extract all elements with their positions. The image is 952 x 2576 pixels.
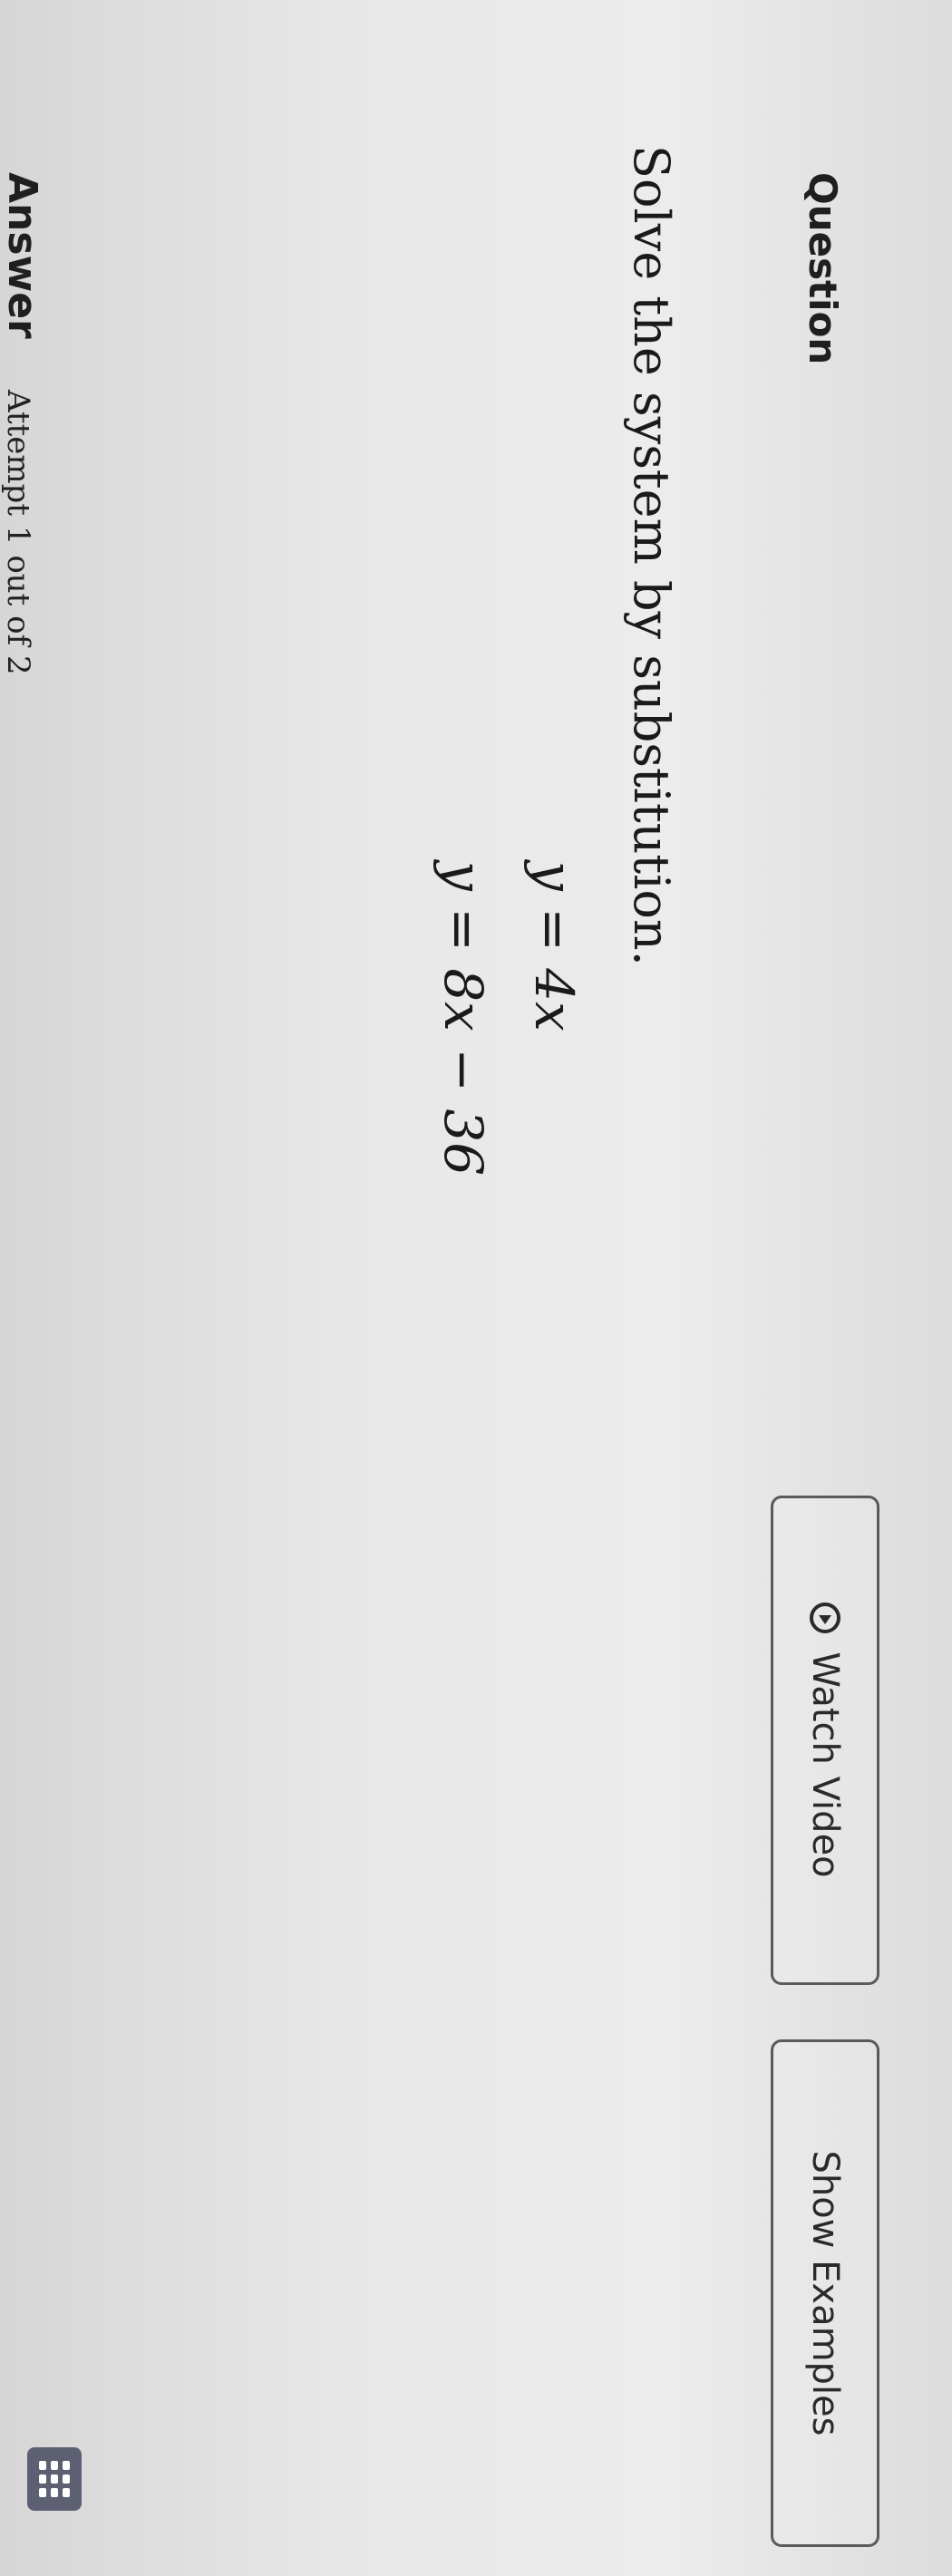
show-examples-label: Show Examples (804, 2150, 846, 2436)
equation-1: y = 4x (523, 861, 585, 1031)
equation-2: y = 8x − 36 (432, 861, 494, 1177)
question-prompt: Solve the system by substitution. (623, 145, 680, 966)
watch-video-label: Watch Video (804, 1651, 846, 1878)
question-panel: Question Watch Video Show Examples Solve… (0, 0, 952, 2576)
play-circle-icon (810, 1603, 840, 1634)
attempt-counter: Attempt 1 out of 2 (0, 390, 36, 675)
answer-heading: Answer (0, 172, 45, 339)
watch-video-button[interactable]: Watch Video (771, 1496, 879, 1985)
show-examples-button[interactable]: Show Examples (771, 2039, 879, 2547)
question-heading: Question (801, 172, 845, 365)
keypad-icon[interactable] (27, 2447, 82, 2511)
screen: Question Watch Video Show Examples Solve… (0, 0, 952, 2576)
